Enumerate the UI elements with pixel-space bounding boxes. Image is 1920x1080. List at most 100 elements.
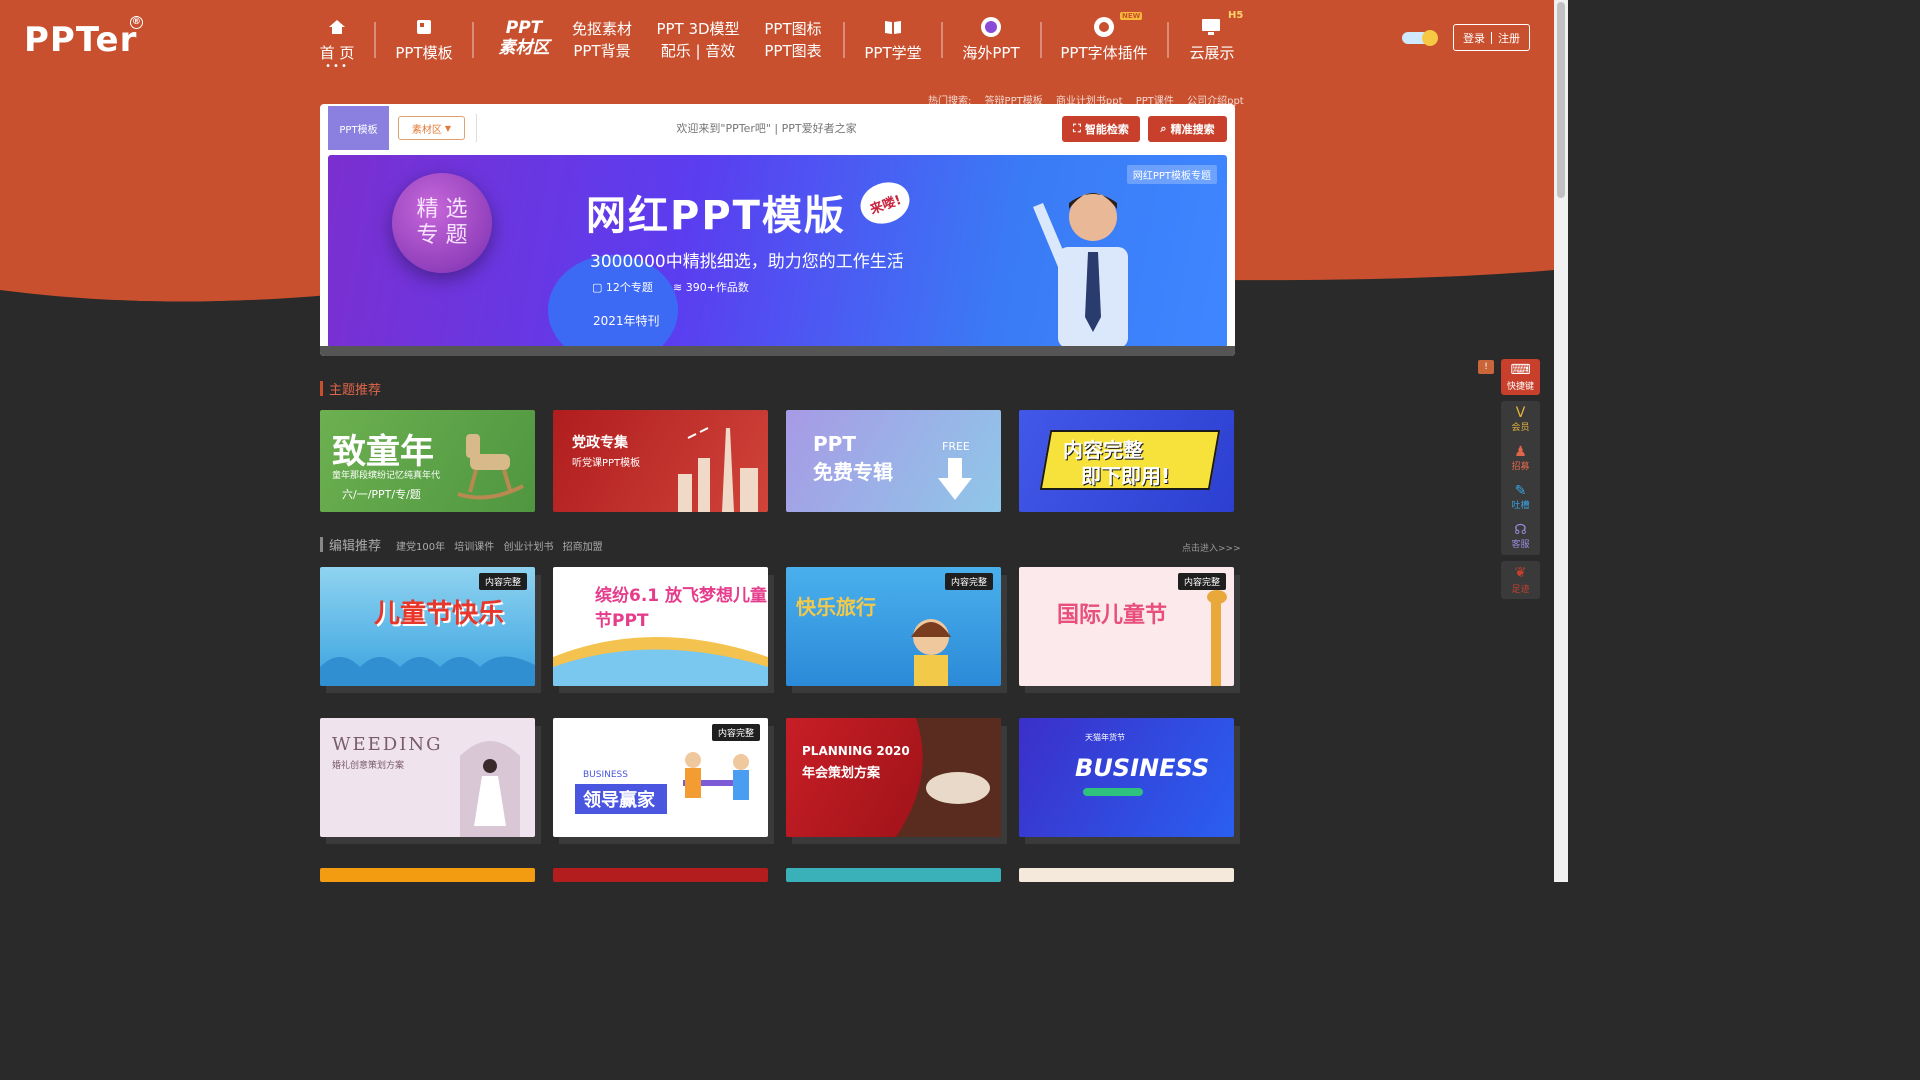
- nav-font-plugin[interactable]: PPT字体插件 NEW: [1058, 12, 1150, 68]
- cloud-decoration: [320, 656, 535, 686]
- edit-icon: ✎: [1514, 483, 1527, 499]
- banner-subtitle: 3000000中精挑细选，助力您的工作生活: [590, 252, 904, 272]
- nav-divider: [941, 22, 943, 58]
- complete-ribbon: 内容完整: [478, 573, 527, 590]
- template-card[interactable]: 天猫年货节 BUSINESS: [1019, 718, 1234, 837]
- rainbow-decoration: [553, 637, 768, 686]
- stat-works: 390+作品数: [685, 281, 749, 294]
- smart-search-button[interactable]: ⛶ 智能检索: [1062, 116, 1140, 142]
- nav-overseas[interactable]: 海外PPT: [960, 12, 1022, 68]
- theme-toggle[interactable]: [1402, 30, 1438, 46]
- nav-icons-charts[interactable]: PPT图标 PPT图表: [762, 12, 824, 68]
- editor-tag[interactable]: 招商加盟: [563, 542, 603, 553]
- shortcut-button[interactable]: ⌨ 快捷键: [1501, 359, 1540, 395]
- template-card[interactable]: [320, 868, 535, 882]
- nav-material[interactable]: PPT 素材区: [496, 12, 552, 68]
- editor-tag[interactable]: 创业计划书: [503, 542, 553, 553]
- chevron-down-icon: ▼: [444, 123, 452, 133]
- footprint-icon: ❦: [1514, 564, 1527, 581]
- editor-tags: 建党100年 培训课件 创业计划书 招商加盟: [396, 538, 609, 553]
- vip-label: 会员: [1511, 423, 1530, 433]
- nav-ppt-template-label: PPT模板: [395, 44, 453, 62]
- banner-stat-topics: ▢ 12个专题: [592, 281, 653, 294]
- nav-ppt-template[interactable]: PPT模板: [392, 12, 456, 68]
- template-card[interactable]: 快乐旅行 内容完整: [786, 567, 1001, 686]
- shortcut-label: 快捷键: [1506, 381, 1534, 392]
- nav-charts[interactable]: PPT图表: [762, 40, 824, 62]
- nav-school[interactable]: PPT学堂: [862, 12, 924, 68]
- scrollbar-thumb[interactable]: [1557, 2, 1565, 198]
- nav-icons[interactable]: PPT图标: [762, 18, 824, 40]
- template-card[interactable]: [553, 868, 768, 882]
- theme-section-title: 主题推荐: [320, 379, 381, 398]
- theme-card[interactable]: PPT 免费专辑 FREE: [786, 410, 1001, 512]
- nav-divider: [472, 22, 474, 58]
- template-card[interactable]: 国际儿童节 内容完整: [1019, 567, 1234, 686]
- category-select-value: 素材区: [411, 124, 442, 136]
- banner-title: 网红PPT模版: [586, 193, 846, 239]
- editor-more-link[interactable]: 点击进入>>>: [1182, 541, 1241, 554]
- button-decoration: [1083, 788, 1143, 796]
- template-card[interactable]: [1019, 868, 1234, 882]
- footprint-button[interactable]: ❦ 足迹: [1501, 561, 1540, 599]
- scan-icon: ⛶: [1073, 122, 1081, 135]
- nav-3d-music[interactable]: PPT 3D模型 配乐 | 音效: [654, 12, 742, 68]
- theme-card[interactable]: 党政专集 听党课PPT模板: [553, 410, 768, 512]
- template-title: 儿童节快乐: [374, 599, 505, 629]
- template-card[interactable]: PLANNING 2020 年会策划方案: [786, 718, 1001, 837]
- service-label: 客服: [1511, 540, 1530, 550]
- complete-ribbon: 内容完整: [944, 573, 993, 590]
- service-button[interactable]: ☊ 客服: [1511, 523, 1529, 550]
- nav-cutout-bg[interactable]: 免抠素材 PPT背景: [570, 12, 634, 68]
- feedback-button[interactable]: ✎ 吐槽: [1511, 484, 1529, 511]
- register-link[interactable]: 注册: [1498, 30, 1520, 46]
- nav-home[interactable]: 首 页 •••: [316, 12, 358, 72]
- nav-overseas-label: 海外PPT: [962, 44, 1020, 62]
- category-select[interactable]: 素材区 ▼: [398, 116, 465, 140]
- editor-tag[interactable]: 培训课件: [454, 542, 494, 553]
- vip-button[interactable]: V 会员: [1511, 406, 1529, 433]
- nav-divider: [1167, 22, 1169, 58]
- globe-icon: [981, 17, 1001, 37]
- template-card[interactable]: 缤纷6.1 放飞梦想儿童节PPT: [553, 567, 768, 686]
- theme-card[interactable]: 致童年 童年那段缤纷记忆纯真年代 六/一/PPT/专/题: [320, 410, 535, 512]
- nav-cutout[interactable]: 免抠素材: [570, 18, 634, 40]
- template-title: 国际儿童节: [1057, 603, 1168, 628]
- recruit-button[interactable]: ♟ 招募: [1511, 445, 1529, 472]
- template-card[interactable]: WEEDING 婚礼创意策划方案: [320, 718, 535, 837]
- nav-divider: [374, 22, 376, 58]
- nav-ppt-bg[interactable]: PPT背景: [570, 40, 634, 62]
- nav-3d-model[interactable]: PPT 3D模型: [654, 18, 742, 40]
- home-icon: [329, 20, 345, 34]
- template-card[interactable]: BUSINESS 领导赢家 内容完整: [553, 718, 768, 837]
- search-input[interactable]: [476, 114, 1056, 142]
- precise-search-button[interactable]: ⌕ 精准搜索: [1148, 116, 1227, 142]
- theme-card[interactable]: 内容完整 即下即用!: [1019, 410, 1234, 512]
- toggle-knob: [1422, 30, 1438, 46]
- login-link[interactable]: 登录: [1463, 30, 1485, 46]
- nav-music[interactable]: 配乐 | 音效: [654, 40, 742, 62]
- template-title: 缤纷6.1 放飞梦想儿童节PPT: [595, 586, 768, 631]
- ad-badge: !: [1478, 360, 1494, 374]
- site-logo[interactable]: PPTer ®: [24, 16, 144, 60]
- h5-badge: H5: [1228, 10, 1244, 21]
- float-menu: V 会员 ♟ 招募 ✎ 吐槽 ☊ 客服: [1501, 401, 1540, 555]
- editor-tag[interactable]: 建党100年: [396, 542, 445, 553]
- page-scrollbar[interactable]: [1554, 0, 1568, 882]
- nav-cloud[interactable]: 云展示 H5: [1186, 10, 1243, 68]
- hero-banner[interactable]: 精 选 专 题 网红PPT模版 来喽! 3000000中精挑细选，助力您的工作生…: [328, 155, 1227, 348]
- theme-card-sub: 免费专辑: [813, 460, 893, 484]
- circle-line1: 精 选: [416, 197, 468, 222]
- nav-font-plugin-label: PPT字体插件: [1060, 44, 1148, 62]
- theme-card-title: PPT: [813, 432, 856, 456]
- theme-title-text: 主题推荐: [329, 383, 382, 398]
- template-sub: 婚礼创意策划方案: [332, 761, 405, 771]
- search-icon: ⌕: [1160, 122, 1167, 135]
- search-tab-ppt[interactable]: PPT模板: [328, 106, 389, 150]
- banner-stamp: 来喽!: [854, 175, 916, 231]
- plugin-icon: [1094, 17, 1114, 37]
- template-card[interactable]: 儿童节快乐 内容完整: [320, 567, 535, 686]
- recruit-label: 招募: [1511, 462, 1530, 472]
- template-card[interactable]: [786, 868, 1001, 882]
- template-sub: 年会策划方案: [802, 766, 881, 781]
